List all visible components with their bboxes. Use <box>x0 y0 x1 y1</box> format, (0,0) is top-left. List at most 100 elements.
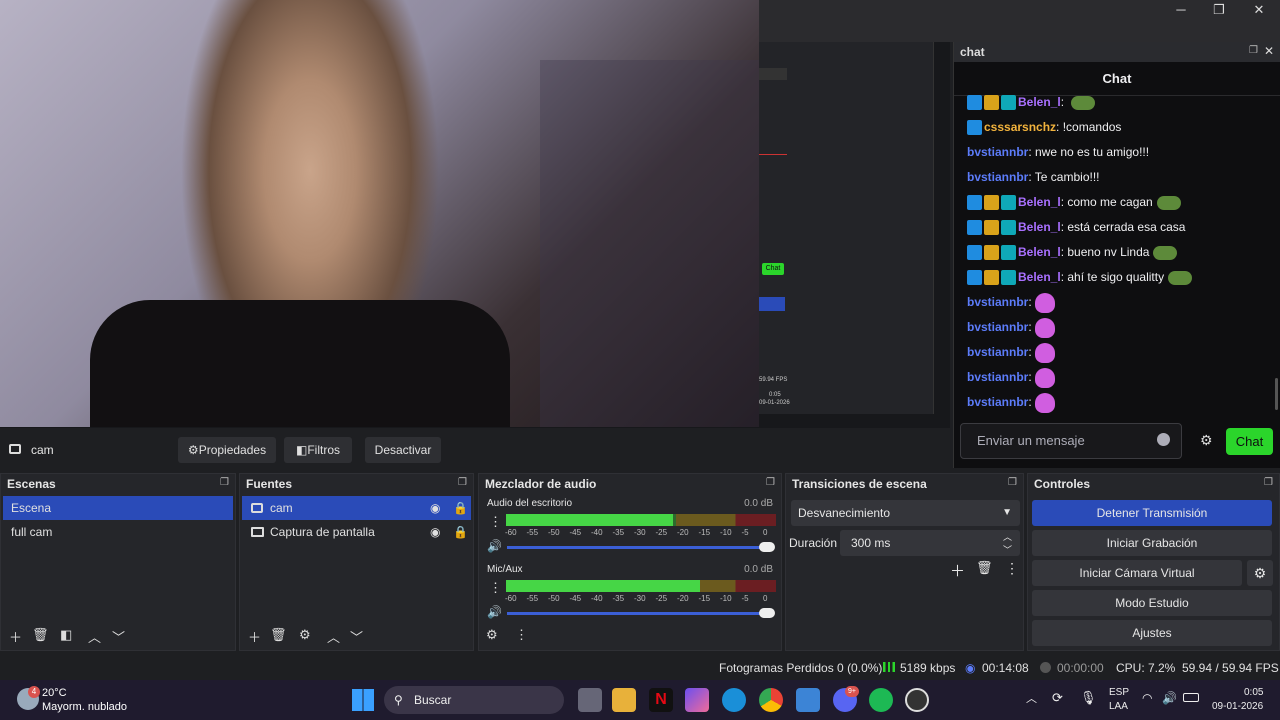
close-button[interactable]: ✕ <box>1240 0 1278 20</box>
taskbar-search[interactable]: ⚲ Buscar <box>384 686 564 714</box>
duration-spinbox[interactable]: 300 ms ︿ ﹀ <box>840 530 1020 556</box>
chat-username[interactable]: bvstiannbr <box>967 295 1028 309</box>
chat-badge-icon[interactable] <box>967 95 982 111</box>
clock-date[interactable]: 09-01-2026 <box>1212 701 1263 712</box>
filter-icon[interactable]: ◧ <box>60 627 72 643</box>
lock-icon[interactable]: 🔒 <box>453 496 468 520</box>
chat-badge-icon[interactable] <box>967 195 982 211</box>
chat-username[interactable]: bvstiannbr <box>967 370 1028 384</box>
eye-icon[interactable]: ◉ <box>430 496 440 520</box>
chat-badge-icon[interactable] <box>1001 195 1016 211</box>
scene-item[interactable]: Escena <box>3 496 233 520</box>
sync-icon[interactable]: ⟳ <box>1052 690 1063 706</box>
virtual-camera-settings-gear-icon[interactable]: ⚙ <box>1247 560 1273 586</box>
file-explorer-icon[interactable] <box>612 688 636 712</box>
minimize-button[interactable]: ─ <box>1162 0 1200 20</box>
start-virtual-camera-button[interactable]: Iniciar Cámara Virtual <box>1032 560 1242 586</box>
netflix-icon[interactable]: N <box>649 688 673 712</box>
chat-badge-icon[interactable] <box>984 195 999 211</box>
chat-settings-gear-icon[interactable]: ⚙ <box>1200 432 1213 449</box>
speaker-icon[interactable]: 🔊 <box>487 605 502 619</box>
microphone-icon[interactable]: 🎙 <box>1080 690 1097 706</box>
chat-badge-icon[interactable] <box>1001 220 1016 236</box>
dock-popout-icon[interactable]: ❐ <box>458 477 467 488</box>
studio-mode-button[interactable]: Modo Estudio <box>1032 590 1272 616</box>
chat-username[interactable]: Belen_l <box>1018 95 1061 109</box>
transition-select[interactable]: Desvanecimiento ▼ <box>791 500 1020 526</box>
volume-slider[interactable] <box>507 546 769 549</box>
chat-username[interactable]: bvstiannbr <box>967 395 1028 409</box>
spotify-icon[interactable] <box>869 688 893 712</box>
chevron-up-icon[interactable]: ︿ <box>327 627 340 646</box>
more-vertical-icon[interactable]: ⋮ <box>489 514 502 530</box>
settings-button[interactable]: Ajustes <box>1032 620 1272 646</box>
edge-icon[interactable] <box>722 688 746 712</box>
language-code[interactable]: ESP <box>1109 687 1129 698</box>
chevron-down-icon[interactable]: ﹀ <box>112 627 125 646</box>
trash-icon[interactable]: 🗑 <box>976 560 993 576</box>
gear-icon[interactable]: ⚙ <box>299 627 311 643</box>
start-recording-button[interactable]: Iniciar Grabación <box>1032 530 1272 556</box>
chat-badge-icon[interactable] <box>1001 95 1016 111</box>
source-item[interactable]: Captura de pantalla ◉ 🔒 <box>242 520 471 544</box>
wifi-icon[interactable]: ◠ <box>1142 691 1152 705</box>
chat-badge-icon[interactable] <box>967 245 982 261</box>
dock-close-icon[interactable]: ✕ <box>1264 44 1274 58</box>
chat-username[interactable]: bvstiannbr <box>967 145 1028 159</box>
more-vertical-icon[interactable]: ⋮ <box>1005 560 1019 577</box>
store-icon[interactable] <box>796 688 820 712</box>
trash-icon[interactable]: 🗑 <box>270 627 287 643</box>
chat-username[interactable]: Belen_l <box>1018 270 1061 284</box>
gear-icon[interactable]: ⚙ <box>486 627 498 643</box>
more-vertical-icon[interactable]: ⋮ <box>515 627 528 643</box>
chat-username[interactable]: csssarsnchz <box>984 120 1056 134</box>
task-view-icon[interactable] <box>578 688 602 712</box>
dock-popout-icon[interactable]: ❐ <box>220 477 229 488</box>
maximize-button[interactable]: ❐ <box>1200 0 1238 20</box>
add-icon[interactable]: ＋ <box>248 627 261 646</box>
volume-slider[interactable] <box>507 612 769 615</box>
chat-badge-icon[interactable] <box>967 220 982 236</box>
chevron-down-icon[interactable]: ﹀ <box>350 627 363 646</box>
chevron-up-icon[interactable]: ︿ <box>1026 690 1037 706</box>
chat-username[interactable]: bvstiannbr <box>967 320 1028 334</box>
add-icon[interactable]: ＋ <box>950 560 965 581</box>
keyboard-layout[interactable]: LAA <box>1109 701 1128 712</box>
chat-username[interactable]: Belen_l <box>1018 245 1061 259</box>
chat-username[interactable]: bvstiannbr <box>967 170 1028 184</box>
clock-time[interactable]: 0:05 <box>1244 687 1263 698</box>
volume-slider-handle[interactable] <box>759 608 775 618</box>
chevron-up-icon[interactable]: ︿ <box>88 627 101 646</box>
more-vertical-icon[interactable]: ⋮ <box>489 580 502 596</box>
trash-icon[interactable]: 🗑 <box>32 627 49 643</box>
lock-icon[interactable]: 🔒 <box>453 520 468 544</box>
chat-badge-icon[interactable] <box>984 220 999 236</box>
chat-badge-icon[interactable] <box>984 95 999 111</box>
chrome-icon[interactable] <box>759 688 783 712</box>
filters-button[interactable]: ◧Filtros <box>284 437 352 463</box>
chat-username[interactable]: Belen_l <box>1018 195 1061 209</box>
speaker-icon[interactable]: 🔊 <box>487 539 502 553</box>
copilot-icon[interactable] <box>685 688 709 712</box>
chat-badge-icon[interactable] <box>984 245 999 261</box>
chat-message-input[interactable]: Enviar un mensaje <box>960 423 1182 459</box>
chat-badge-icon[interactable] <box>984 270 999 286</box>
add-icon[interactable]: ＋ <box>9 627 22 646</box>
chat-username[interactable]: Belen_l <box>1018 220 1061 234</box>
windows-start-icon[interactable] <box>352 689 374 711</box>
chat-badge-icon[interactable] <box>967 120 982 136</box>
obs-icon[interactable] <box>905 688 929 712</box>
dock-popout-icon[interactable]: ❐ <box>1264 477 1273 488</box>
volume-icon[interactable]: 🔊 <box>1162 691 1177 705</box>
dock-popout-icon[interactable]: ❐ <box>1008 477 1017 488</box>
chat-scrollbar[interactable] <box>1275 378 1278 410</box>
chat-badge-icon[interactable] <box>967 270 982 286</box>
battery-icon[interactable] <box>1183 693 1199 702</box>
chat-badge-icon[interactable] <box>1001 270 1016 286</box>
source-item[interactable]: cam ◉ 🔒 <box>242 496 471 520</box>
volume-slider-handle[interactable] <box>759 542 775 552</box>
scene-item[interactable]: full cam <box>3 520 233 544</box>
chat-send-button[interactable]: Chat <box>1226 428 1273 455</box>
dock-popout-icon[interactable]: ❐ <box>1249 45 1258 56</box>
dock-popout-icon[interactable]: ❐ <box>766 477 775 488</box>
